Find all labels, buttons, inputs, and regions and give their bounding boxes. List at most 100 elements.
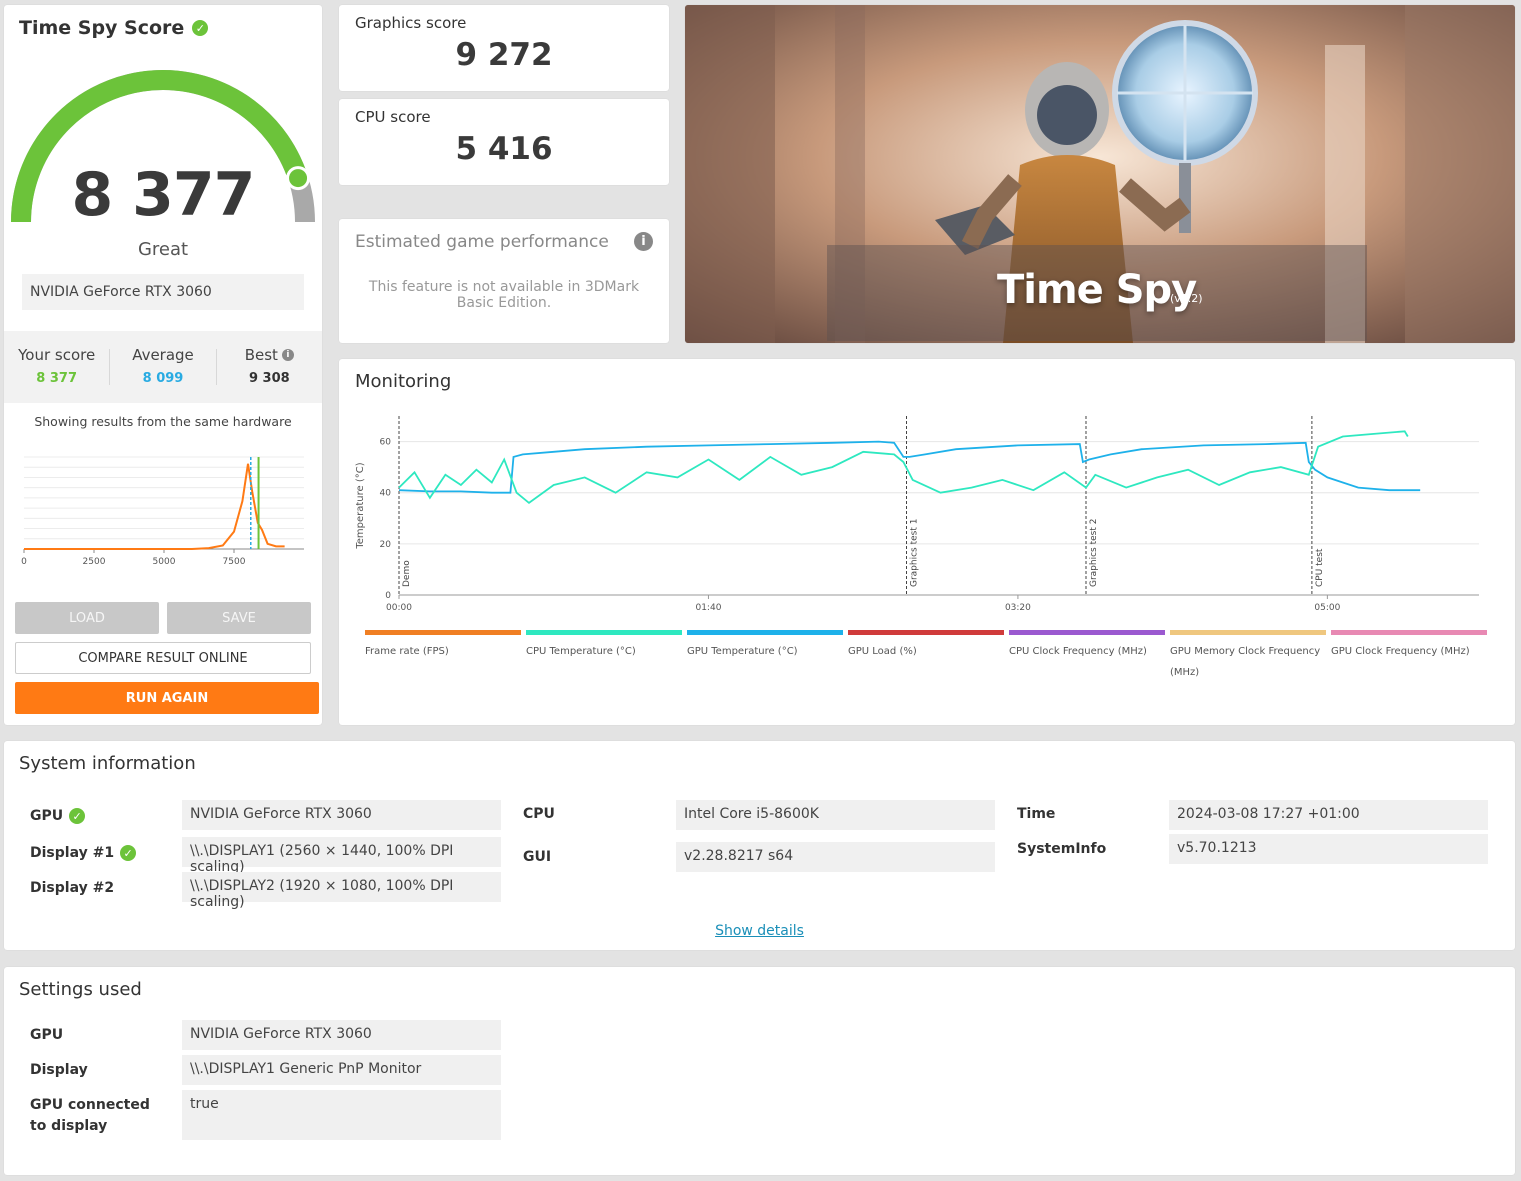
gpu-connected-label: GPU connected to display [30,1097,150,1134]
gpu-label: GPU [30,808,64,824]
x-tick-label: 7500 [223,557,246,567]
hero-title: Time Spy [997,267,1197,313]
estimated-message: This feature is not available in 3DMark … [368,279,640,311]
legend-swatch [1170,630,1326,635]
legend-item[interactable]: Frame rate (FPS) [365,630,521,683]
display2-label: Display #2 [30,880,115,896]
legend-item[interactable]: GPU Load (%) [848,630,1004,683]
legend-label: Frame rate (FPS) [365,646,449,657]
your-score-col: Your score 8 377 [4,331,109,403]
monitoring-title: Monitoring [355,371,452,392]
legend-item[interactable]: GPU Memory Clock Frequency (MHz) [1170,630,1326,683]
gui-label: GUI [523,849,552,865]
cpu-score-label: CPU score [355,108,431,126]
cpu-value: Intel Core i5-8600K [676,800,995,830]
legend-item[interactable]: CPU Temperature (°C) [526,630,682,683]
distribution-curve [24,463,285,550]
best-value: 9 308 [248,371,290,386]
legend-swatch [687,630,843,635]
verified-check-icon: ✓ [69,808,86,824]
gpu-label-row: GPU ✓ [30,808,86,824]
legend-swatch [1331,630,1487,635]
time-label: Time [1017,806,1056,822]
average-label: Average [132,346,194,364]
average-col: Average 8 099 [110,331,215,403]
x-tick-label: 2500 [83,557,106,567]
legend-item[interactable]: GPU Temperature (°C) [687,630,843,683]
your-score-value: 8 377 [36,371,78,386]
legend-item[interactable]: CPU Clock Frequency (MHz) [1009,630,1165,683]
legend-swatch [526,630,682,635]
settings-title: Settings used [19,979,142,1000]
info-icon[interactable]: i [281,349,294,361]
score-title-row: Time Spy Score ✓ [19,17,209,39]
load-button[interactable]: LOAD [15,602,159,634]
settings-used-panel: Settings used GPU NVIDIA GeForce RTX 306… [4,967,1515,1175]
x-tick-label: 01:40 [695,603,721,613]
score-panel: Time Spy Score ✓ 8 377 Great NVIDIA GeFo… [4,5,322,725]
display2-value: \\.\DISPLAY2 (1920 × 1080, 100% DPI scal… [182,872,501,910]
compare-online-button[interactable]: COMPARE RESULT ONLINE [15,642,311,674]
display1-label: Display #1 [30,845,115,861]
score-comparison: Your score 8 377 Average 8 099 Best i 9 … [4,331,322,403]
y-tick-label: 20 [380,540,392,550]
display1-value: \\.\DISPLAY1 (2560 × 1440, 100% DPI scal… [182,837,501,875]
y-tick-label: 40 [380,489,392,499]
main-score: 8 377 [71,160,256,230]
legend-item[interactable]: GPU Clock Frequency (MHz) [1331,630,1487,683]
legend-label: CPU Temperature (°C) [526,646,636,657]
x-tick-label: 5000 [153,557,176,567]
system-info-title: System information [19,753,196,774]
y-tick-label: 60 [380,438,392,448]
legend-label: GPU Memory Clock Frequency (MHz) [1170,646,1321,678]
settings-gpu-label: GPU [30,1027,64,1043]
monitoring-chart: 0 20 40 60 00:00 01:40 03:20 05:00 Temperature (… [355,416,1479,613]
legend-swatch [848,630,1004,635]
same-hardware-text: Showing results from the same hardware [34,414,292,429]
save-button[interactable]: SAVE [167,602,311,634]
graphics-score-card: Graphics score 9 272 [339,5,669,91]
verified-check-icon: ✓ [192,20,209,36]
show-details-link[interactable]: Show details [4,923,1515,939]
systeminfo-label: SystemInfo [1017,841,1107,857]
legend-swatch [365,630,521,635]
best-label: Best [244,346,278,364]
monitoring-panel: Monitoring 0 20 40 60 00:00 01:40 03:20 05:00 Te… [339,359,1515,725]
your-score-label: Your score [18,346,96,364]
settings-display-label: Display [30,1062,88,1078]
run-again-button[interactable]: RUN AGAIN [15,682,319,714]
legend-label: GPU Temperature (°C) [687,646,798,657]
test-marker-label: Demo [402,560,412,587]
monitoring-legend: Frame rate (FPS) CPU Temperature (°C) GPU … [365,630,1487,683]
x-tick-label: 00:00 [386,603,412,613]
settings-display-value: \\.\DISPLAY1 Generic PnP Monitor [182,1055,501,1085]
x-tick-label: 05:00 [1314,603,1340,613]
average-value: 8 099 [142,371,184,386]
test-marker-label: Graphics test 2 [1089,519,1099,587]
score-gpu-name: NVIDIA GeForce RTX 3060 [22,274,304,310]
cpu-label: CPU [523,806,555,822]
verified-check-icon: ✓ [120,845,137,861]
systeminfo-value: v5.70.1213 [1169,834,1488,864]
test-marker-label: Graphics test 1 [910,519,920,587]
x-tick-label: 0 [21,557,27,567]
best-label-row: Best i [217,346,322,364]
cpu-score-value: 5 416 [455,131,553,167]
info-icon[interactable]: i [634,232,653,251]
estimated-title: Estimated game performance [355,232,609,252]
best-col: Best i 9 308 [217,331,322,403]
gpu-value: NVIDIA GeForce RTX 3060 [182,800,501,830]
cpu-score-card: CPU score 5 416 [339,99,669,185]
score-title: Time Spy Score [19,17,185,39]
hero-version: (v1.2) [1170,292,1203,305]
y-axis-label: Temperature (°C) [355,462,366,549]
legend-label: CPU Clock Frequency (MHz) [1009,646,1147,657]
test-marker-label: CPU test [1315,548,1325,587]
legend-label: GPU Clock Frequency (MHz) [1331,646,1470,657]
legend-swatch [1009,630,1165,635]
estimated-performance-card: Estimated game performance i This featur… [339,219,669,343]
x-tick-label: 03:20 [1005,603,1031,613]
settings-gpu-value: NVIDIA GeForce RTX 3060 [182,1020,501,1050]
gpu-connected-value: true [182,1090,501,1140]
display1-label-row: Display #1 ✓ [30,845,137,861]
